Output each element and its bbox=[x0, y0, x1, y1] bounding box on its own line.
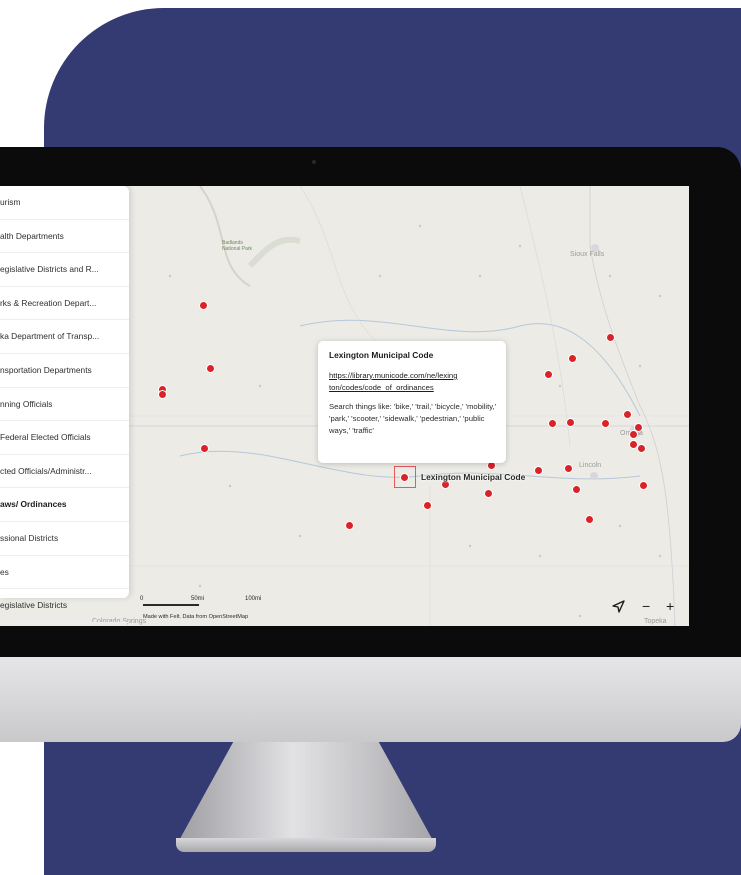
layers-sidebar: urism alth Departments egislative Distri… bbox=[0, 186, 129, 623]
popup-link-line-1[interactable]: https://library.municode.com/ne/lexing bbox=[329, 371, 457, 380]
monitor-camera bbox=[312, 160, 316, 164]
monitor-chin bbox=[0, 657, 741, 742]
map-pin[interactable] bbox=[206, 364, 215, 373]
map-pin[interactable] bbox=[423, 501, 432, 510]
map-pin[interactable] bbox=[601, 419, 610, 428]
map-pin[interactable] bbox=[566, 418, 575, 427]
place-label-lincoln: Lincoln bbox=[579, 462, 602, 469]
map-pin[interactable] bbox=[548, 419, 557, 428]
map-pin[interactable] bbox=[564, 464, 573, 473]
map-pin[interactable] bbox=[544, 370, 553, 379]
sidebar-item-elected-officials-administrators[interactable]: cted Officials/Administr... bbox=[0, 455, 129, 489]
map-pin[interactable] bbox=[345, 521, 354, 530]
map-pin[interactable] bbox=[200, 444, 209, 453]
map-attribution[interactable]: Made with Felt. Data from OpenStreetMap bbox=[143, 614, 248, 620]
map-pin[interactable] bbox=[199, 301, 208, 310]
popup-description: Search things like: 'bike,' 'trail,' 'bi… bbox=[329, 402, 497, 435]
popup-title: Lexington Municipal Code bbox=[329, 350, 434, 360]
map-pin[interactable] bbox=[585, 515, 594, 524]
map-pin[interactable] bbox=[639, 481, 648, 490]
popup-link-line-2[interactable]: ton/codes/code_of_ordinances bbox=[329, 383, 434, 392]
map-pin[interactable] bbox=[634, 423, 643, 432]
city-area bbox=[590, 472, 598, 480]
sidebar-item-congressional-districts[interactable]: ssional Districts bbox=[0, 522, 129, 556]
sidebar-item-laws-ordinances[interactable]: aws/ Ordinances bbox=[0, 488, 129, 522]
selected-pin-label: Lexington Municipal Code bbox=[421, 472, 526, 482]
sidebar-item-health-departments[interactable]: alth Departments bbox=[0, 220, 129, 254]
info-popup: Lexington Municipal Code https://library… bbox=[318, 341, 506, 463]
map-pin[interactable] bbox=[158, 390, 167, 399]
sidebar-item-planning-officials[interactable]: nning Officials bbox=[0, 388, 129, 422]
place-label-sioux-falls: Sioux Falls bbox=[570, 251, 605, 258]
zoom-in-button[interactable]: + bbox=[666, 598, 674, 614]
sidebar-item-federal-elected-officials[interactable]: Federal Elected Officials bbox=[0, 421, 129, 455]
sidebar-item-department-of-transportation[interactable]: ka Department of Transp... bbox=[0, 320, 129, 354]
map-pin[interactable] bbox=[568, 354, 577, 363]
map-screen[interactable]: Badlands National Park Sioux Falls Omaha… bbox=[0, 186, 689, 626]
map-pin[interactable] bbox=[484, 489, 493, 498]
scale-zero: 0 bbox=[140, 596, 144, 602]
scale-max: 100mi bbox=[245, 596, 262, 602]
place-label-topeka: Topeka bbox=[644, 618, 667, 625]
popup-link[interactable]: https://library.municode.com/ne/lexing t… bbox=[329, 370, 501, 394]
map-pin[interactable] bbox=[623, 410, 632, 419]
zoom-out-button[interactable]: − bbox=[642, 598, 650, 614]
scale-bar bbox=[143, 604, 199, 606]
monitor-stand-base bbox=[176, 838, 436, 852]
map-pin[interactable] bbox=[606, 333, 615, 342]
sidebar-item-legislative-districts-and-r[interactable]: egislative Districts and R... bbox=[0, 253, 129, 287]
map-pin[interactable] bbox=[629, 440, 638, 449]
sidebar-item-tourism[interactable]: urism bbox=[0, 186, 129, 220]
sidebar-item-es[interactable]: es bbox=[0, 556, 129, 590]
sidebar-item-transportation-departments[interactable]: nsportation Departments bbox=[0, 354, 129, 388]
navigation-arrow-icon[interactable] bbox=[612, 600, 625, 616]
map-pin[interactable] bbox=[637, 444, 646, 453]
map-pin[interactable] bbox=[572, 485, 581, 494]
scale-mid: 50mi bbox=[191, 596, 205, 602]
selected-pin-highlight bbox=[394, 466, 416, 488]
sidebar-item-parks-recreation[interactable]: rks & Recreation Depart... bbox=[0, 287, 129, 321]
sidebar-item-legislative-districts[interactable]: egislative Districts bbox=[0, 589, 129, 623]
place-label-badlands: Badlands National Park bbox=[222, 240, 253, 252]
map-pin[interactable] bbox=[534, 466, 543, 475]
